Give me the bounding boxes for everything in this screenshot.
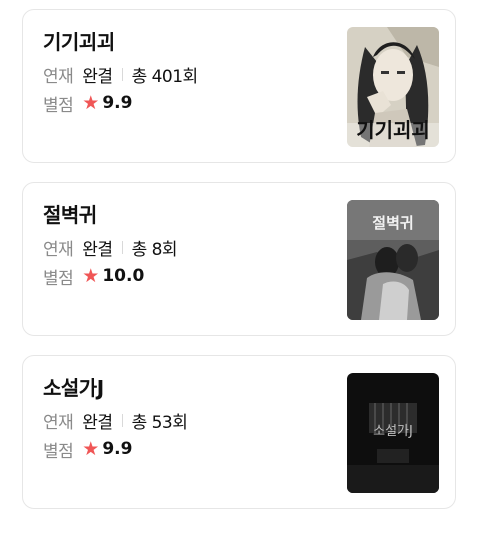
divider xyxy=(121,240,123,254)
rating-row: 별점 ★ 10.0 xyxy=(43,264,145,289)
rating-label: 별점 xyxy=(43,268,74,289)
status-label: 연재 xyxy=(43,412,74,433)
episode-count: 총 53회 xyxy=(131,412,188,433)
episode-count: 총 8회 xyxy=(131,239,178,260)
webtoon-card[interactable]: 소설가J 연재 완결 총 53회 별점 ★ 9.9 소설가J xyxy=(22,355,456,509)
star-icon: ★ xyxy=(82,264,100,287)
webtoon-card[interactable]: 기기괴괴 연재 완결 총 401회 별점 ★ 9.9 기기괴괴 xyxy=(22,9,456,163)
rating-value: 9.9 xyxy=(102,439,133,459)
divider xyxy=(121,67,123,81)
cover-image: 기기괴괴 xyxy=(347,27,439,147)
status-row: 연재 완결 총 401회 xyxy=(43,62,199,87)
webtoon-title: 기기괴괴 xyxy=(43,30,115,54)
cover-image: 소설가J xyxy=(347,373,439,493)
status-row: 연재 완결 총 8회 xyxy=(43,235,178,260)
cover-thumbnail[interactable]: 기기괴괴 xyxy=(347,27,439,147)
divider xyxy=(121,413,123,427)
rating-value: 10.0 xyxy=(102,266,145,286)
star-icon: ★ xyxy=(82,91,100,114)
rating-row: 별점 ★ 9.9 xyxy=(43,437,133,462)
rating-value: 9.9 xyxy=(102,93,133,113)
cover-title-art: 기기괴괴 xyxy=(356,118,430,142)
webtoon-title: 절벽귀 xyxy=(43,203,97,227)
status-label: 연재 xyxy=(43,239,74,260)
rating-label: 별점 xyxy=(43,441,74,462)
rating-label: 별점 xyxy=(43,95,74,116)
cover-thumbnail[interactable]: 절벽귀 xyxy=(347,200,439,320)
cover-thumbnail[interactable]: 소설가J xyxy=(347,373,439,493)
cover-title-art: 소설가J xyxy=(373,424,413,439)
star-icon: ★ xyxy=(82,437,100,460)
webtoon-card[interactable]: 절벽귀 연재 완결 총 8회 별점 ★ 10.0 절벽귀 xyxy=(22,182,456,336)
status-value: 완결 xyxy=(82,239,113,260)
cover-title-art: 절벽귀 xyxy=(372,214,413,232)
status-row: 연재 완결 총 53회 xyxy=(43,408,188,433)
webtoon-title: 소설가J xyxy=(43,376,104,400)
rating-row: 별점 ★ 9.9 xyxy=(43,91,133,116)
status-value: 완결 xyxy=(82,412,113,433)
cover-image: 절벽귀 xyxy=(347,200,439,320)
status-label: 연재 xyxy=(43,66,74,87)
webtoon-list: 기기괴괴 연재 완결 총 401회 별점 ★ 9.9 기기괴괴 절벽귀 연재 완… xyxy=(0,0,480,533)
status-value: 완결 xyxy=(82,66,113,87)
episode-count: 총 401회 xyxy=(131,66,199,87)
